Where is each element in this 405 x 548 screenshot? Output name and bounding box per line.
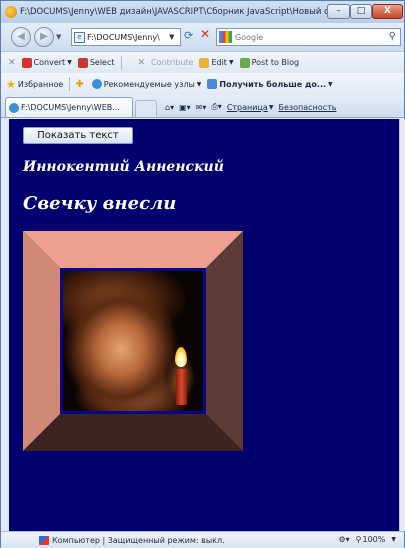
status-bar: Компьютер | Защищенный режим: выкл. ⚙▾ ⚲… — [1, 531, 404, 548]
back-icon[interactable]: ◀ — [11, 27, 31, 47]
browser-window: F:\DOCUMS\Jenny\WEB дизайн\JAVASCRIPT\Сб… — [0, 0, 405, 548]
page-content: Показать текст Иннокентий Анненский Свеч… — [9, 119, 399, 531]
mail-icon[interactable]: ✉▾ — [196, 103, 207, 112]
history-dropdown-icon[interactable]: ▼ — [56, 33, 61, 41]
ie-icon — [5, 6, 17, 18]
edit-button[interactable]: Edit ▼ — [199, 57, 234, 68]
edit-label: Edit — [211, 58, 227, 67]
poem-title: Свечку внесли — [23, 193, 177, 214]
address-text[interactable]: F:\DOCUMS\Jenny\ — [87, 33, 167, 42]
google-icon — [219, 31, 232, 43]
pdf-convert-icon — [21, 57, 32, 68]
ie-icon — [91, 79, 102, 89]
flag-icon — [39, 535, 49, 545]
status-controls: ⚙▾ ⚲ 100% ▼ — [338, 535, 396, 544]
select-icon — [77, 57, 88, 68]
vertical-scrollbar[interactable] — [399, 119, 405, 531]
convert-button[interactable]: Convert ▼ — [21, 57, 72, 68]
ie-icon — [9, 102, 19, 113]
title-bar: F:\DOCUMS\Jenny\WEB дизайн\JAVASCRIPT\Сб… — [1, 1, 404, 23]
new-tab-button[interactable] — [135, 100, 157, 117]
print-icon[interactable]: ⎙▾ — [211, 102, 221, 112]
post-to-blog-button[interactable]: Post to Blog — [239, 57, 300, 68]
contribute-button[interactable]: Contribute — [151, 58, 193, 67]
get-more-label: Получить больше до... — [219, 79, 327, 89]
refresh-icon[interactable]: ⟳ — [184, 29, 193, 42]
search-input[interactable] — [235, 32, 385, 42]
page-icon: e — [74, 31, 85, 43]
author-name: Иннокентий Анненский — [23, 159, 224, 175]
forward-icon[interactable]: ▶ — [34, 27, 54, 47]
search-icon[interactable]: ⚲ — [389, 31, 396, 42]
favorites-bar: ★ Избранное ✚ Рекомендуемые узлы ▼ Получ… — [1, 73, 404, 95]
page-menu[interactable]: Страница — [227, 103, 268, 112]
stop-icon[interactable]: ✕ — [200, 27, 210, 41]
blog-icon — [239, 57, 250, 68]
post-label: Post to Blog — [251, 58, 300, 67]
convert-label: Convert — [33, 58, 66, 67]
picture-frame — [23, 231, 243, 451]
plugin-toolbar: ✕ Convert ▼ Select ✕ Contribute Edit ▼ P… — [1, 51, 404, 73]
address-dropdown-icon[interactable]: ▼ — [169, 33, 174, 41]
close-contribute-icon[interactable]: ✕ — [138, 58, 146, 68]
recommended-label: Рекомендуемые узлы — [103, 79, 195, 89]
edit-icon — [199, 57, 210, 68]
page-icon — [207, 79, 218, 89]
favorites-divider — [69, 77, 71, 91]
show-text-button[interactable]: Показать текст — [23, 127, 133, 144]
get-more-addons-button[interactable]: Получить больше до... ▼ — [207, 79, 333, 89]
candle-photo — [60, 268, 206, 414]
select-label: Select — [89, 58, 115, 67]
tab-current[interactable]: F:\DOCUMS\Jenny\WEB... — [5, 97, 133, 117]
toolbar-divider — [120, 55, 122, 70]
maximize-button[interactable]: □ — [350, 4, 372, 19]
zoom-icon[interactable]: ⚲ — [356, 535, 362, 544]
security-menu[interactable]: Безопасность — [278, 103, 336, 112]
star-icon[interactable]: ★ — [6, 78, 16, 91]
status-text: Компьютер | Защищенный режим: выкл. — [52, 535, 225, 545]
search-box[interactable]: ⚲ — [216, 28, 401, 46]
minimize-button[interactable]: – — [327, 4, 350, 19]
protected-mode-icon[interactable]: ⚙▾ — [338, 535, 349, 544]
add-favorite-icon[interactable]: ✚ — [75, 79, 83, 90]
home-icon[interactable]: ⌂▾ — [165, 103, 174, 112]
candle-flame — [175, 347, 187, 367]
select-button[interactable]: Select — [77, 57, 115, 68]
close-button[interactable]: X — [372, 4, 403, 19]
close-toolbar-icon[interactable]: ✕ — [8, 58, 16, 68]
feeds-icon[interactable]: ▣▾ — [179, 103, 191, 112]
address-field[interactable]: e F:\DOCUMS\Jenny\ ▼ — [71, 28, 181, 46]
candle — [176, 369, 187, 405]
favorites-button[interactable]: Избранное — [18, 80, 63, 89]
tab-bar: F:\DOCUMS\Jenny\WEB... ⌂▾ ▣▾ ✉▾ ⎙▾ Стран… — [1, 95, 404, 118]
command-bar: ⌂▾ ▣▾ ✉▾ ⎙▾ Страница ▼ Безопасность — [165, 102, 337, 112]
zoom-level[interactable]: 100% — [363, 535, 386, 544]
tab-title: F:\DOCUMS\Jenny\WEB... — [21, 103, 120, 112]
address-toolbar: ◀ ▶ ▼ e F:\DOCUMS\Jenny\ ▼ ⟳ ✕ ⚲ — [1, 23, 404, 51]
window-title: F:\DOCUMS\Jenny\WEB дизайн\JAVASCRIPT\Сб… — [20, 7, 338, 17]
recommended-sites-button[interactable]: Рекомендуемые узлы ▼ — [91, 79, 201, 89]
